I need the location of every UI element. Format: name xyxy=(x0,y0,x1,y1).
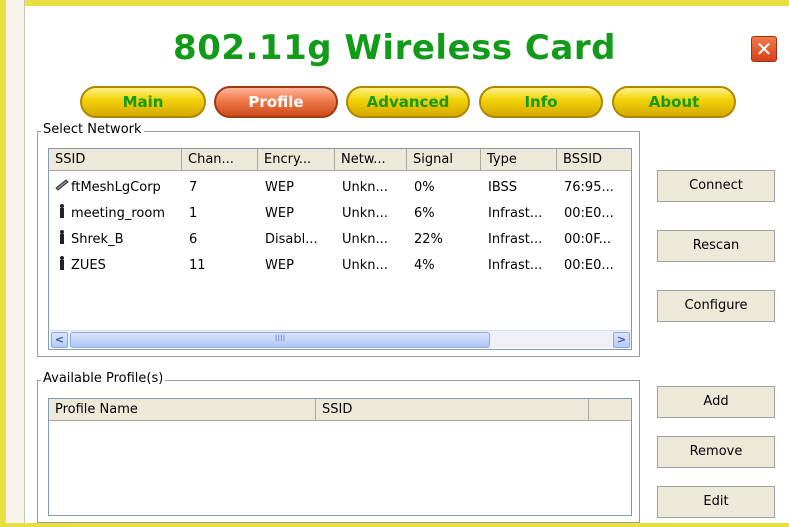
row-ssid: Shrek_B xyxy=(71,232,124,247)
connect-button[interactable]: Connect xyxy=(657,170,775,202)
edit-button[interactable]: Edit xyxy=(657,486,775,518)
table-row[interactable]: ZUES 11 WEP Unkn... 4% Infrast... 00:E0.… xyxy=(49,255,631,276)
row-type: Infrast... xyxy=(488,206,543,221)
column-header-empty[interactable] xyxy=(589,399,631,421)
table-row[interactable]: meeting_room 1 WEP Unkn... 6% Infrast...… xyxy=(49,203,631,224)
column-header-signal[interactable]: Signal xyxy=(407,149,481,171)
column-header-bssid[interactable]: BSSID xyxy=(557,149,631,171)
row-signal: 6% xyxy=(414,206,435,221)
row-bssid: 00:0F... xyxy=(564,232,611,247)
row-channel: 6 xyxy=(189,232,198,247)
close-icon[interactable]: ✕ xyxy=(751,36,777,62)
window-frame-top xyxy=(0,0,789,6)
row-encryption: WEP xyxy=(265,206,294,221)
row-channel: 7 xyxy=(189,180,198,195)
row-network: Unkn... xyxy=(342,180,388,195)
column-header-profile-name[interactable]: Profile Name xyxy=(49,399,316,421)
access-point-icon xyxy=(55,203,69,219)
column-header-ssid[interactable]: SSID xyxy=(49,149,182,171)
column-header-channel[interactable]: Chan... xyxy=(182,149,258,171)
scrollbar-thumb[interactable]: IIII xyxy=(70,332,490,348)
row-ssid: meeting_room xyxy=(71,206,165,221)
row-signal: 4% xyxy=(414,258,435,273)
row-type: Infrast... xyxy=(488,258,543,273)
table-row[interactable]: Shrek_B 6 Disabl... Unkn... 22% Infrast.… xyxy=(49,229,631,250)
row-ssid: ftMeshLgCorp xyxy=(71,180,161,195)
tab-advanced[interactable]: Advanced xyxy=(346,86,470,118)
row-signal: 22% xyxy=(414,232,443,247)
scroll-right-icon[interactable]: > xyxy=(613,332,630,348)
row-network: Unkn... xyxy=(342,232,388,247)
row-encryption: WEP xyxy=(265,180,294,195)
row-encryption: Disabl... xyxy=(265,232,318,247)
access-point-icon xyxy=(55,229,69,245)
window-frame-bottom xyxy=(0,523,789,527)
table-row[interactable]: ftMeshLgCorp 7 WEP Unkn... 0% IBSS 76:95… xyxy=(49,177,631,198)
row-ssid: ZUES xyxy=(71,258,106,273)
row-bssid: 76:95... xyxy=(564,180,614,195)
row-encryption: WEP xyxy=(265,258,294,273)
row-channel: 11 xyxy=(189,258,206,273)
tab-info[interactable]: Info xyxy=(479,86,603,118)
window-frame-left-panel xyxy=(6,0,25,527)
row-network: Unkn... xyxy=(342,206,388,221)
add-button[interactable]: Add xyxy=(657,386,775,418)
profile-list[interactable]: Profile Name SSID xyxy=(48,398,632,516)
row-type: Infrast... xyxy=(488,232,543,247)
access-point-icon xyxy=(55,255,69,271)
horizontal-scrollbar[interactable]: < IIII > xyxy=(50,330,631,348)
column-header-encryption[interactable]: Encry... xyxy=(258,149,335,171)
column-header-network[interactable]: Netw... xyxy=(335,149,407,171)
tab-about[interactable]: About xyxy=(612,86,736,118)
select-network-label: Select Network xyxy=(41,122,144,137)
row-type: IBSS xyxy=(488,180,518,195)
tab-profile[interactable]: Profile xyxy=(214,86,338,118)
row-bssid: 00:E0... xyxy=(564,206,614,221)
tab-main[interactable]: Main xyxy=(80,86,206,118)
column-header-type[interactable]: Type xyxy=(481,149,557,171)
available-profiles-label: Available Profile(s) xyxy=(41,371,166,386)
row-signal: 0% xyxy=(414,180,435,195)
row-network: Unkn... xyxy=(342,258,388,273)
row-bssid: 00:E0... xyxy=(564,258,614,273)
network-list[interactable]: SSID Chan... Encry... Netw... Signal Typ… xyxy=(48,148,632,350)
adhoc-network-icon xyxy=(55,177,69,193)
row-channel: 1 xyxy=(189,206,198,221)
rescan-button[interactable]: Rescan xyxy=(657,230,775,262)
tab-bar: Main Profile Advanced Info About xyxy=(0,86,789,120)
app-title: 802.11g Wireless Card xyxy=(173,28,616,68)
column-header-ssid[interactable]: SSID xyxy=(316,399,589,421)
configure-button[interactable]: Configure xyxy=(657,290,775,322)
scroll-left-icon[interactable]: < xyxy=(51,332,68,348)
remove-button[interactable]: Remove xyxy=(657,436,775,468)
